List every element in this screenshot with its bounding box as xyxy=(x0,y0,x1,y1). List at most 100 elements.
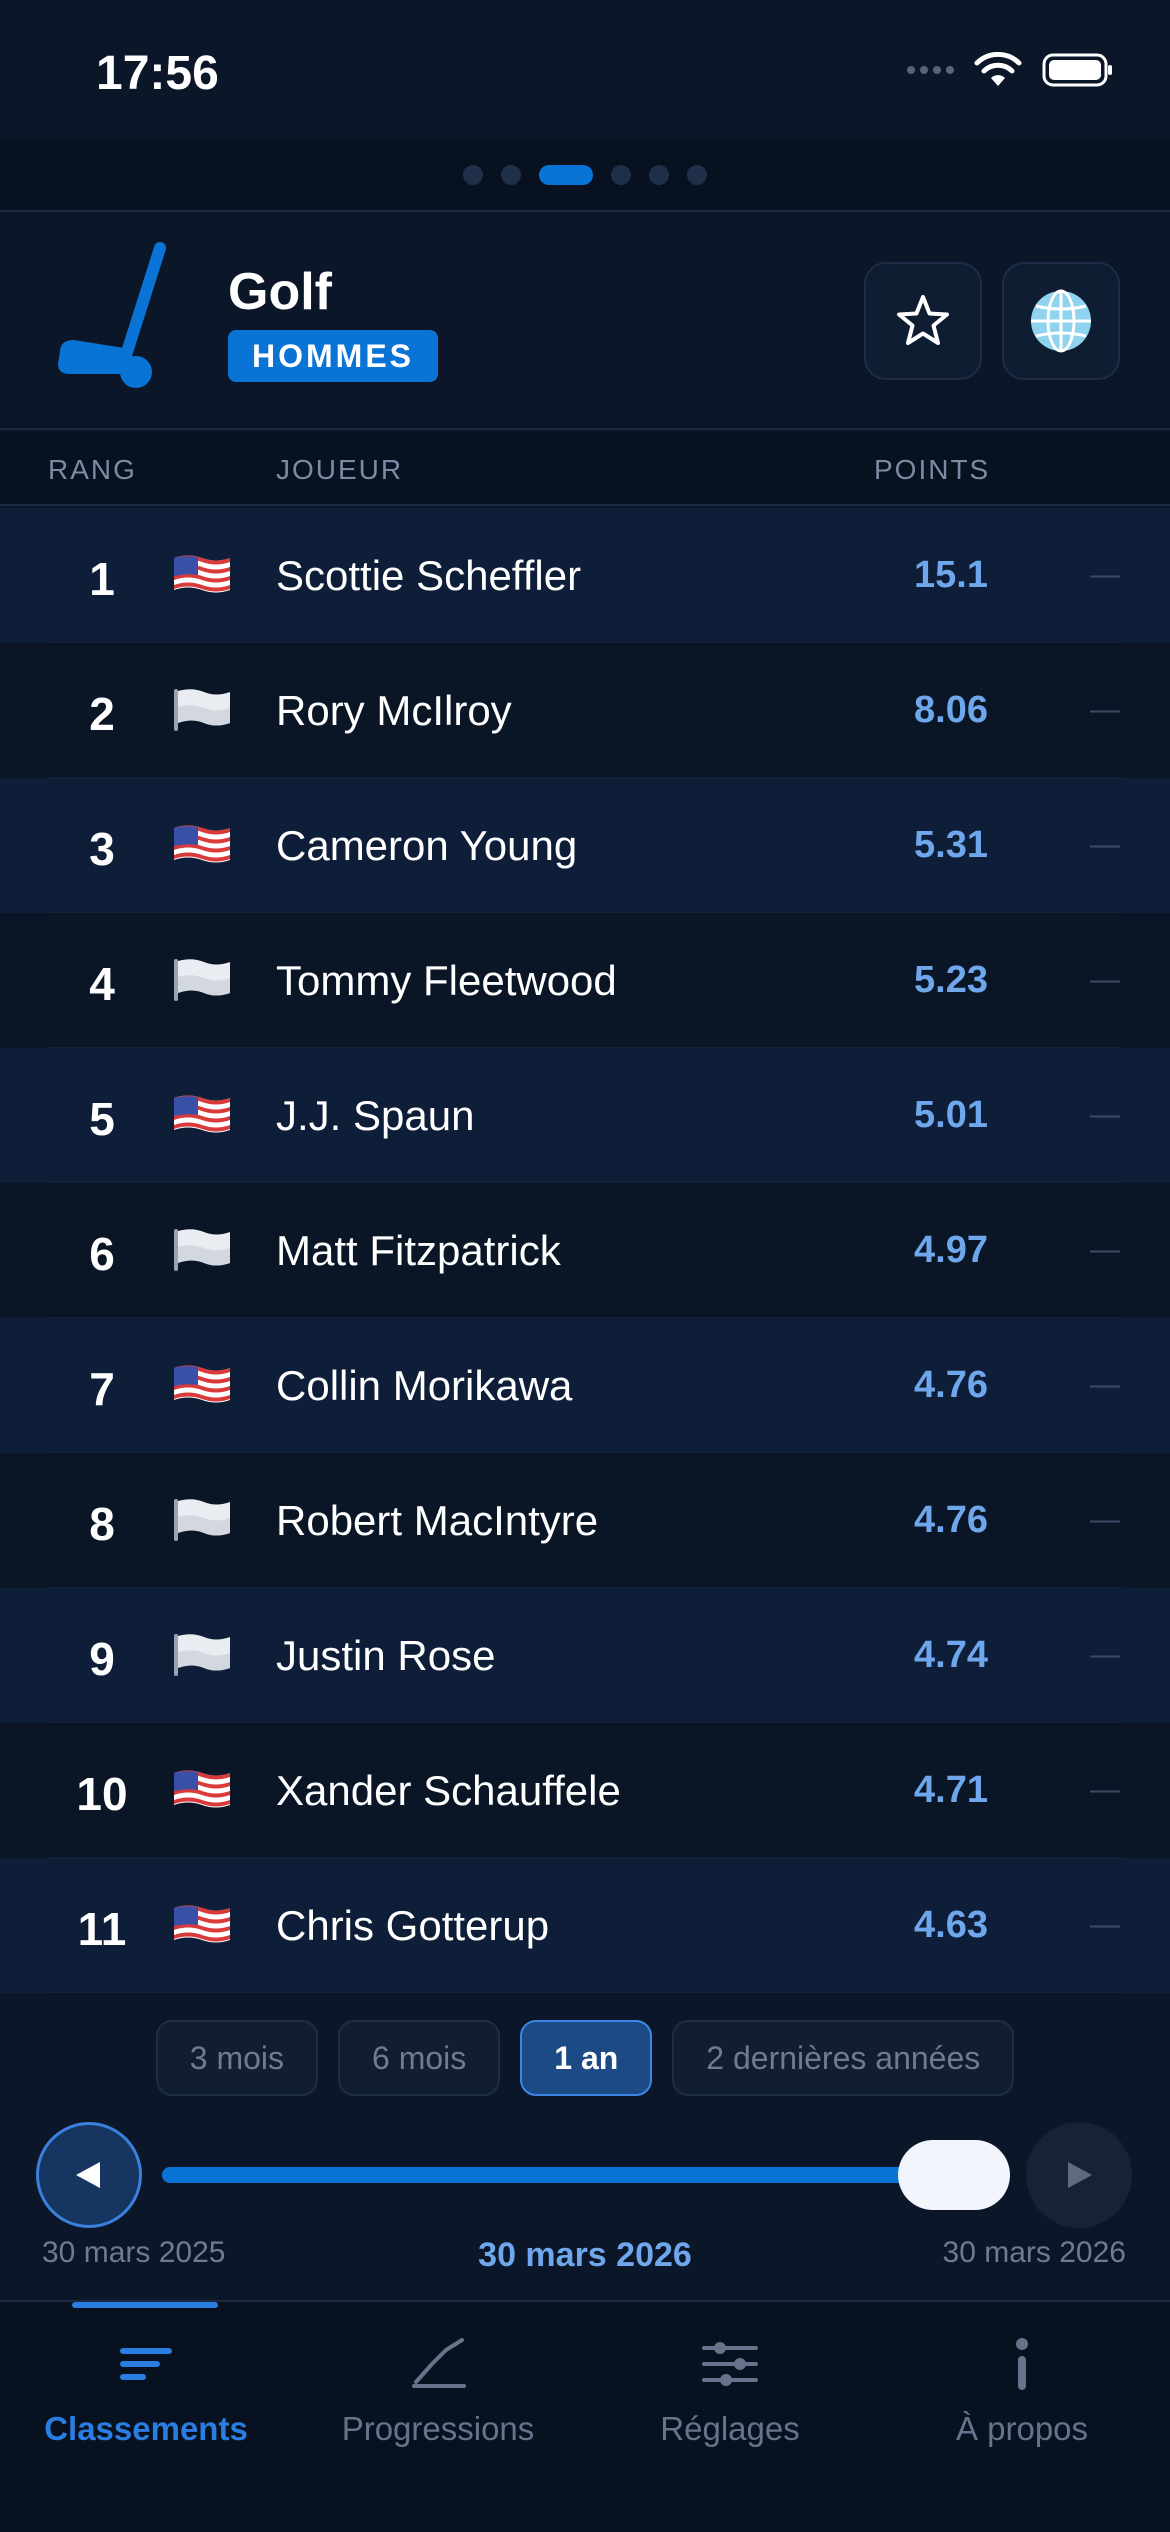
timeline-thumb[interactable] xyxy=(898,2140,1010,2210)
cellular-signal-icon xyxy=(907,66,954,74)
points-value: 4.97 xyxy=(914,1229,988,1271)
tab-reglages[interactable]: Réglages xyxy=(584,2332,876,2448)
player-name: J.J. Spaun xyxy=(276,1092,475,1139)
points-value: 8.06 xyxy=(914,689,988,731)
trend-indicator: — xyxy=(1090,558,1120,591)
table-row[interactable]: 10 Xander Schauffele 4.71 — xyxy=(0,1723,1170,1858)
sport-header xyxy=(0,214,1170,430)
active-tab-indicator xyxy=(72,2302,218,2308)
rank-cell: 1 xyxy=(89,553,115,605)
rank-cell: 2 xyxy=(89,688,115,740)
points-value: 4.63 xyxy=(914,1904,988,1946)
status-bar: 17:56 xyxy=(0,0,1170,140)
points-value: 5.23 xyxy=(914,959,988,1001)
table-row[interactable]: 6 Matt Fitzpatrick 4.97 — xyxy=(0,1183,1170,1318)
page-dot-active[interactable] xyxy=(539,165,593,185)
table-row[interactable]: 1 Scottie Scheffler 15.1 — xyxy=(0,508,1170,643)
trend-indicator: — xyxy=(1090,1098,1120,1131)
page-dot[interactable] xyxy=(687,165,707,185)
trend-indicator: — xyxy=(1090,693,1120,726)
gender-badge[interactable]: HOMMES xyxy=(228,330,438,382)
trend-indicator: — xyxy=(1090,1638,1120,1671)
us-flag-icon xyxy=(172,1362,232,1406)
player-name: Tommy Fleetwood xyxy=(276,957,617,1004)
table-row[interactable]: 2 Rory McIlroy 8.06 — xyxy=(0,643,1170,778)
column-header-points: POINTS xyxy=(874,454,991,485)
rank-cell: 11 xyxy=(77,1903,127,1955)
wifi-icon xyxy=(974,52,1022,86)
table-row[interactable]: 3 Cameron Young 5.31 — xyxy=(0,778,1170,913)
rank-cell: 9 xyxy=(89,1633,115,1685)
timeline-fill xyxy=(162,2167,1010,2183)
period-button[interactable]: 6 mois xyxy=(338,2020,501,2096)
white-flag-icon xyxy=(172,1632,232,1676)
player-name: Chris Gotterup xyxy=(276,1902,550,1949)
rank-cell: 3 xyxy=(89,823,115,875)
rank-cell: 5 xyxy=(89,1093,115,1145)
rank-cell: 7 xyxy=(89,1363,115,1415)
trend-indicator: — xyxy=(1090,963,1120,996)
globe-button[interactable] xyxy=(1002,262,1120,380)
table-row[interactable]: 7 Collin Morikawa 4.76 — xyxy=(0,1318,1170,1453)
period-selector: 3 mois 6 mois 1 an 2 dernières années xyxy=(0,2020,1170,2096)
us-flag-icon xyxy=(172,1767,232,1811)
points-value: 15.1 xyxy=(914,554,988,596)
timeline-end-date: 30 mars 2026 xyxy=(942,2236,1126,2269)
white-flag-icon xyxy=(172,957,232,1001)
next-button[interactable] xyxy=(1026,2122,1132,2228)
period-button[interactable]: 1 an xyxy=(520,2020,653,2096)
page-dot[interactable] xyxy=(611,165,631,185)
trend-indicator: — xyxy=(1090,1503,1120,1536)
page-dot[interactable] xyxy=(463,165,483,185)
page-dot[interactable] xyxy=(501,165,521,185)
rank-cell: 4 xyxy=(89,958,115,1010)
table-header: RANG JOUEUR POINTS xyxy=(0,432,1170,506)
table-row[interactable]: 8 Robert MacIntyre 4.76 — xyxy=(0,1453,1170,1588)
player-name: Rory McIlroy xyxy=(276,687,512,734)
tab-label: Progressions xyxy=(341,2410,535,2447)
page-dot[interactable] xyxy=(649,165,669,185)
tab-progressions[interactable]: Progressions xyxy=(292,2332,584,2448)
page-indicator[interactable] xyxy=(0,140,1170,212)
player-name: Scottie Scheffler xyxy=(276,552,582,599)
tab-classements[interactable]: Classements xyxy=(0,2332,292,2448)
us-flag-icon xyxy=(172,1902,232,1946)
points-value: 4.71 xyxy=(914,1769,988,1811)
period-button[interactable]: 3 mois xyxy=(155,2020,318,2096)
us-flag-icon xyxy=(172,822,232,866)
table-row[interactable]: 4 Tommy Fleetwood 5.23 — xyxy=(0,913,1170,1048)
sliders-icon xyxy=(702,2342,758,2386)
table-row[interactable]: 9 Justin Rose 4.74 — xyxy=(0,1588,1170,1723)
info-icon xyxy=(1016,2338,1028,2390)
player-name: Xander Schauffele xyxy=(276,1767,621,1814)
sport-title: Golf xyxy=(228,263,332,321)
play-button[interactable] xyxy=(36,2122,142,2228)
white-flag-icon xyxy=(172,1227,232,1271)
play-icon xyxy=(1068,2162,1092,2188)
tab-a-propos[interactable]: À propos xyxy=(876,2332,1168,2448)
row-divider xyxy=(48,1992,1122,1993)
player-name: Justin Rose xyxy=(276,1632,496,1679)
tab-label: Réglages xyxy=(660,2410,800,2447)
column-header-rank: RANG xyxy=(48,454,137,485)
favorite-button[interactable] xyxy=(864,262,982,380)
table-row[interactable]: 11 Chris Gotterup 4.63 — xyxy=(0,1858,1170,1993)
points-value: 5.01 xyxy=(914,1094,988,1136)
play-reverse-icon xyxy=(76,2162,100,2188)
tab-label: À propos xyxy=(955,2410,1089,2447)
trend-indicator: — xyxy=(1090,1908,1120,1941)
player-name: Matt Fitzpatrick xyxy=(276,1227,561,1274)
table-row[interactable]: 5 J.J. Spaun 5.01 — xyxy=(0,1048,1170,1183)
rank-cell: 6 xyxy=(89,1228,115,1280)
tab-label: Classements xyxy=(44,2410,248,2447)
period-button[interactable]: 2 dernières années xyxy=(672,2020,1015,2096)
player-name: Collin Morikawa xyxy=(276,1362,573,1409)
column-header-player: JOUEUR xyxy=(276,454,404,485)
points-value: 4.76 xyxy=(914,1499,988,1541)
status-icons xyxy=(907,52,1114,88)
chart-line-icon xyxy=(412,2338,466,2388)
trend-indicator: — xyxy=(1090,1233,1120,1266)
timeline-track[interactable] xyxy=(162,2167,1010,2183)
rank-cell: 10 xyxy=(76,1768,128,1820)
trend-indicator: — xyxy=(1090,1368,1120,1401)
